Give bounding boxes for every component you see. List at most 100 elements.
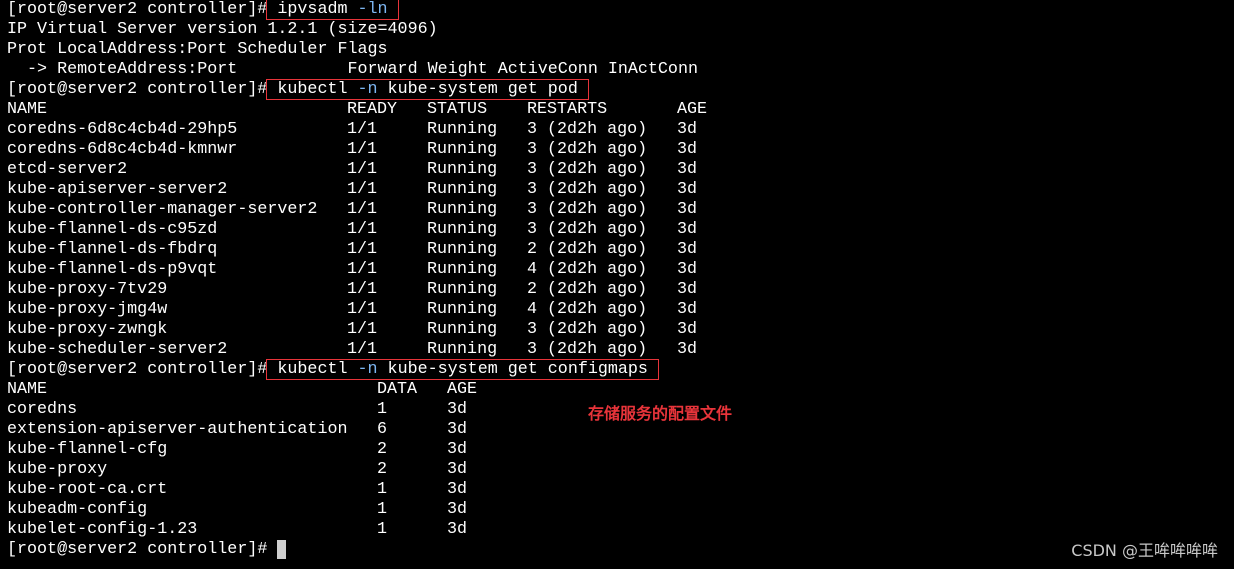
command-args: kube-system get configmaps	[377, 360, 648, 379]
pod-row-cell: etcd-server2	[7, 160, 128, 179]
output-line: IP Virtual Server version 1.2.1 (size=40…	[7, 20, 438, 39]
command-text: kubectl	[277, 360, 358, 379]
configmap-row-cell: coredns	[7, 400, 78, 419]
configmap-row-cell: 3d	[447, 400, 468, 419]
pod-row-cell: coredns-6d8c4cb4d-kmnwr	[7, 140, 238, 159]
pod-row-cell: kube-proxy-zwngk	[7, 320, 168, 339]
annotation-label: 存储服务的配置文件	[588, 404, 733, 423]
pod-row-cell: 3d	[677, 320, 698, 339]
pod-row-cell: Running	[427, 140, 498, 159]
configmap-row-cell: 3d	[447, 520, 468, 539]
pod-row-cell: Running	[427, 260, 498, 279]
pod-row-cell: 2 (2d2h ago)	[527, 280, 648, 299]
configmap-row-cell: 1	[377, 520, 388, 539]
command-line[interactable]: [root@server2 controller]#	[7, 540, 698, 560]
configmap-row-cell: 2	[377, 460, 388, 479]
pod-row-cell: 3 (2d2h ago)	[527, 140, 648, 159]
pod-row: kube-flannel-ds-p9vqt 1/1 Running 4 (2d2h a…	[7, 260, 698, 280]
command-flag: -n	[357, 360, 378, 379]
configmap-row-cell: 2	[377, 440, 388, 459]
table-header-cell: DATA	[377, 380, 418, 399]
pod-row-cell: 1/1	[347, 200, 378, 219]
configmap-row-cell: 1	[377, 500, 388, 519]
configmap-row-cell: kube-proxy	[7, 460, 108, 479]
pod-row-cell: kube-controller-manager-server2	[7, 200, 318, 219]
pod-row-cell: 3 (2d2h ago)	[527, 180, 648, 199]
table-header-cell: RESTARTS	[527, 100, 608, 119]
pod-row-cell: 3 (2d2h ago)	[527, 340, 648, 359]
pod-row-cell: 4 (2d2h ago)	[527, 300, 648, 319]
pod-row-cell: 3d	[677, 240, 698, 259]
pod-row-cell: 1/1	[347, 320, 378, 339]
command-text: ipvsadm	[277, 0, 358, 19]
pod-row-cell: kube-proxy-jmg4w	[7, 300, 168, 319]
pod-row-cell: 4 (2d2h ago)	[527, 260, 648, 279]
output-line: Prot LocalAddress:Port Scheduler Flags	[7, 40, 388, 59]
pod-row-cell: Running	[427, 200, 498, 219]
shell-prompt: [root@server2 controller]#	[7, 0, 268, 19]
pod-row-cell: 1/1	[347, 300, 378, 319]
configmap-row-cell: 1	[377, 400, 388, 419]
highlighted-command: kubectl -n kube-system get pod	[266, 79, 589, 100]
highlighted-command: ipvsadm -ln	[266, 0, 399, 20]
command-line: [root@server2 controller]# kubectl -n ku…	[7, 359, 698, 380]
table-header-cell: READY	[347, 100, 398, 119]
pod-row-cell: Running	[427, 180, 498, 199]
pod-row-cell: kube-apiserver-server2	[7, 180, 228, 199]
pod-row-cell: 3d	[677, 300, 698, 319]
pod-row-cell: Running	[427, 160, 498, 179]
pod-row-cell: 1/1	[347, 180, 378, 199]
pod-row-cell: 3d	[677, 140, 698, 159]
pod-row: coredns-6d8c4cb4d-29hp5 1/1 Running 3 (2d2h…	[7, 120, 698, 140]
configmap-row-cell: kubelet-config-1.23	[7, 520, 198, 539]
pod-row-cell: Running	[427, 320, 498, 339]
configmap-row-cell: kube-root-ca.crt	[7, 480, 168, 499]
configmap-row-cell: 6	[377, 420, 388, 439]
pod-row-cell: Running	[427, 340, 498, 359]
configmap-row: kube-flannel-cfg 2 3d	[7, 440, 698, 460]
pod-row-cell: 3d	[677, 120, 698, 139]
pod-row: kube-proxy-zwngk 1/1 Running 3 (2d2h ago) 3d	[7, 320, 698, 340]
configmap-row-cell: 3d	[447, 460, 468, 479]
configmap-row: kubelet-config-1.23 1 3d	[7, 520, 698, 540]
pod-row-cell: kube-flannel-ds-fbdrq	[7, 240, 218, 259]
table-header: NAME READY STATUS RESTARTS AGE	[7, 100, 707, 120]
pod-row-cell: 3 (2d2h ago)	[527, 200, 648, 219]
pod-row: kube-apiserver-server2 1/1 Running 3 (2d2h …	[7, 180, 698, 200]
table-header: NAME DATA AGE	[7, 380, 698, 400]
configmap-row-cell: kube-flannel-cfg	[7, 440, 168, 459]
shell-prompt: [root@server2 controller]#	[7, 80, 268, 99]
pod-row-cell: 3d	[677, 180, 698, 199]
watermark: CSDN @王哞哞哞哞	[1071, 541, 1218, 560]
pod-row-cell: Running	[427, 300, 498, 319]
pod-row-cell: 1/1	[347, 140, 378, 159]
pod-row-cell: 1/1	[347, 220, 378, 239]
pod-row-cell: 1/1	[347, 340, 378, 359]
configmap-row: kube-proxy 2 3d	[7, 460, 698, 480]
pod-row: kube-flannel-ds-c95zd 1/1 Running 3 (2d2h a…	[7, 220, 698, 240]
command-line: [root@server2 controller]# kubectl -n ku…	[7, 79, 698, 100]
pod-row-cell: Running	[427, 120, 498, 139]
pod-row: coredns-6d8c4cb4d-kmnwr 1/1 Running 3 (2d2h…	[7, 140, 698, 160]
pod-row-cell: 1/1	[347, 260, 378, 279]
pod-row-cell: 2 (2d2h ago)	[527, 240, 648, 259]
shell-prompt: [root@server2 controller]#	[7, 360, 268, 379]
pod-row-cell: 3d	[677, 220, 698, 239]
pod-row-cell: Running	[427, 280, 498, 299]
pod-row-cell: Running	[427, 220, 498, 239]
table-header-cell: AGE	[447, 380, 478, 399]
pod-row: kube-controller-manager-server2 1/1 Runnin…	[7, 200, 698, 220]
output-line: -> RemoteAddress:Port Forward Weight Act…	[7, 60, 698, 79]
pod-row-cell: coredns-6d8c4cb4d-29hp5	[7, 120, 238, 139]
configmap-row-cell: 3d	[447, 480, 468, 499]
pod-row: etcd-server2 1/1 Running 3 (2d2h ago) 3d	[7, 160, 698, 180]
pod-row-cell: 3d	[677, 160, 698, 179]
pod-row: kube-proxy-jmg4w 1/1 Running 4 (2d2h ago) 3d	[7, 300, 698, 320]
pod-row-cell: 1/1	[347, 280, 378, 299]
command-text: kubectl	[277, 80, 358, 99]
configmap-row: kube-root-ca.crt 1 3d	[7, 480, 698, 500]
pod-row-cell: kube-scheduler-server2	[7, 340, 228, 359]
pod-row-cell: 3d	[677, 260, 698, 279]
terminal-output: [root@server2 controller]# ipvsadm -ln I…	[7, 0, 707, 560]
text-cursor[interactable]	[277, 540, 287, 559]
